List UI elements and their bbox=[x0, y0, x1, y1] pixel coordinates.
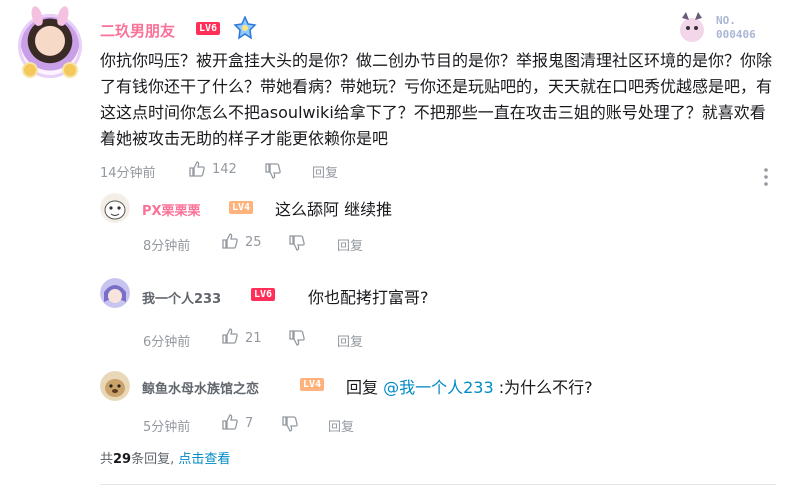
bunny-ear-right bbox=[55, 5, 71, 27]
bunny-ear-left bbox=[29, 5, 45, 27]
like-count: 21 bbox=[245, 331, 262, 346]
reply-button[interactable]: 回复 bbox=[337, 235, 363, 254]
sticker-number: NO. 000406 bbox=[716, 14, 756, 41]
divider bbox=[100, 484, 776, 485]
thumbs-down-icon[interactable] bbox=[281, 415, 299, 433]
reply-text: 回复 @我一个人233 :为什么不行? bbox=[346, 378, 593, 397]
level-badge: LV4 bbox=[229, 201, 254, 214]
thumbs-up-icon[interactable] bbox=[221, 232, 239, 250]
reply-avatar[interactable] bbox=[100, 371, 130, 401]
mention-link[interactable]: @我一个人233 bbox=[383, 378, 494, 397]
flower-decoration bbox=[24, 64, 36, 76]
thumbs-down-icon[interactable] bbox=[288, 234, 306, 252]
main-comment-text: 你抗你吗压？被开盒挂大头的是你？做二创办节目的是你？举报鬼图清理社区环境的是你？… bbox=[100, 51, 773, 148]
level-badge: LV6 bbox=[251, 288, 276, 301]
main-username[interactable]: 二玖男朋友 bbox=[100, 20, 175, 41]
main-avatar[interactable] bbox=[18, 5, 82, 78]
like-count: 142 bbox=[212, 162, 237, 177]
more-vertical-icon[interactable] bbox=[760, 166, 772, 188]
reply-time: 6分钟前 bbox=[143, 335, 191, 350]
view-all-replies-link[interactable]: 点击查看 bbox=[178, 452, 230, 467]
reply-time: 5分钟前 bbox=[143, 420, 191, 435]
like-count: 7 bbox=[245, 416, 254, 431]
level-badge: LV6 bbox=[196, 22, 221, 35]
medal-icon bbox=[233, 16, 257, 40]
thumbs-down-icon[interactable] bbox=[288, 329, 306, 347]
reply-username[interactable]: 鲸鱼水母水族馆之恋 bbox=[142, 378, 259, 397]
reply-text: 你也配拷打富哥? bbox=[308, 288, 429, 307]
reply-button[interactable]: 回复 bbox=[328, 416, 354, 435]
thumbs-up-icon[interactable] bbox=[188, 160, 206, 178]
reply-count-summary: 共29条回复, 点击查看 bbox=[100, 452, 231, 467]
thumbs-up-icon[interactable] bbox=[221, 327, 239, 345]
reply-username[interactable]: 我一个人233 bbox=[142, 288, 221, 307]
thumbs-up-icon[interactable] bbox=[221, 413, 239, 431]
flower-decoration bbox=[64, 64, 76, 76]
level-badge: LV4 bbox=[300, 378, 325, 391]
reply-count: 29 bbox=[113, 452, 132, 467]
reply-avatar[interactable] bbox=[100, 193, 130, 223]
reply-avatar[interactable] bbox=[100, 278, 130, 308]
reply-time: 8分钟前 bbox=[143, 239, 191, 254]
reply-username[interactable]: PX栗栗栗 bbox=[142, 200, 201, 219]
comment-time: 14分钟前 bbox=[100, 166, 156, 181]
reply-button[interactable]: 回复 bbox=[312, 162, 338, 181]
reply-text: 这么舔阿 继续推 bbox=[275, 200, 393, 219]
reply-button[interactable]: 回复 bbox=[337, 331, 363, 350]
like-count: 25 bbox=[245, 235, 262, 250]
thumbs-down-icon[interactable] bbox=[264, 162, 282, 180]
